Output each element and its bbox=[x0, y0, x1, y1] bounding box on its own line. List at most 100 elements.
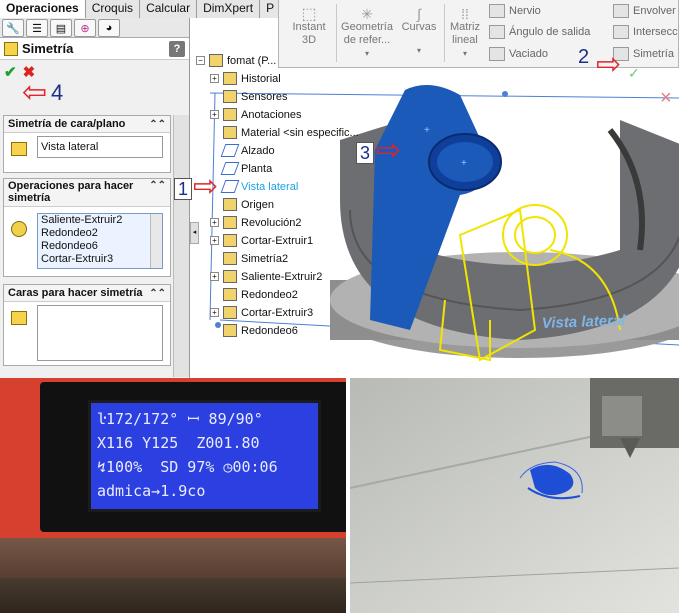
intersect-icon bbox=[613, 25, 629, 39]
features-to-mirror-header[interactable]: Operaciones para hacer simetría ⌃⌃ bbox=[4, 179, 170, 207]
draft-button[interactable]: Ángulo de salida bbox=[489, 25, 590, 39]
list-item[interactable]: Cortar-Extruir3 bbox=[38, 253, 162, 266]
tree-item-label: Origen bbox=[241, 198, 275, 211]
fillet-icon bbox=[223, 324, 237, 337]
faces-icon bbox=[11, 311, 27, 325]
plane-face-icon bbox=[11, 142, 27, 156]
shell-button[interactable]: Vaciado bbox=[489, 47, 548, 61]
linear-pattern-icon: ⁞⁞ bbox=[461, 6, 469, 22]
list-item[interactable]: Redondeo6 bbox=[38, 240, 162, 253]
tree-item[interactable]: Material <sin especific... bbox=[210, 124, 359, 141]
display-manager-icon[interactable]: ◕ bbox=[98, 19, 120, 37]
tree-item[interactable]: + Anotaciones bbox=[210, 106, 302, 123]
rib-button[interactable]: Nervio bbox=[489, 4, 541, 18]
linear-pattern-button[interactable]: ⁞⁞ Matriz lineal ▾ bbox=[447, 6, 483, 60]
reference-geometry-label: Geometría de refer... bbox=[341, 21, 393, 46]
faces-list[interactable] bbox=[37, 305, 163, 361]
tree-item-label: Historial bbox=[241, 72, 281, 85]
mirror-plane-value: Vista lateral bbox=[41, 141, 99, 150]
mirror-label: Simetría bbox=[633, 48, 674, 60]
callout-1: 1 bbox=[174, 178, 193, 200]
tree-item[interactable]: Planta bbox=[210, 160, 272, 177]
chevron-down-icon: ▾ bbox=[462, 49, 467, 58]
dimxpert-manager-icon[interactable]: ⊕ bbox=[74, 19, 96, 37]
tree-item-label: Anotaciones bbox=[241, 108, 302, 121]
tree-item-label: Saliente-Extruir2 bbox=[241, 270, 323, 283]
collapse-icon: ⌃⌃ bbox=[149, 180, 166, 191]
curves-button[interactable]: ∫ Curvas ▾ bbox=[399, 6, 439, 57]
expand-toggle[interactable]: + bbox=[210, 110, 219, 119]
tab-dimxpert[interactable]: DimXpert bbox=[197, 0, 261, 18]
linear-pattern-label: Matriz lineal bbox=[450, 21, 480, 46]
list-item[interactable]: Saliente-Extruir2 bbox=[38, 214, 162, 227]
wrap-button[interactable]: Envolver bbox=[613, 4, 676, 18]
curves-label: Curvas bbox=[401, 21, 437, 33]
rib-label: Nervio bbox=[509, 5, 541, 17]
tree-item[interactable]: Vista lateral bbox=[210, 178, 298, 195]
tree-item[interactable]: + Cortar-Extruir3 bbox=[210, 304, 313, 321]
wrap-icon bbox=[613, 4, 629, 18]
tree-item[interactable]: + Revolución2 bbox=[210, 214, 302, 231]
expand-toggle[interactable]: + bbox=[210, 272, 219, 281]
tree-item-label: Redondeo2 bbox=[241, 288, 298, 301]
list-scrollbar[interactable] bbox=[150, 214, 162, 268]
reference-geometry-button[interactable]: ✳ Geometría de refer... ▾ bbox=[337, 7, 397, 60]
callout-4: 4 bbox=[51, 80, 64, 105]
red-arrow-icon: ⇨ bbox=[376, 134, 402, 167]
tab-operaciones[interactable]: Operaciones bbox=[0, 0, 86, 18]
tab-calcular[interactable]: Calcular bbox=[140, 0, 198, 18]
tree-item[interactable]: Simetría2 bbox=[210, 250, 288, 267]
plane-label: Vista lateral bbox=[542, 312, 627, 332]
mirror-plane-group-header[interactable]: Simetría de cara/plano ⌃⌃ bbox=[4, 116, 170, 133]
collapse-toggle[interactable]: − bbox=[196, 56, 205, 65]
feature-header: Simetría ? bbox=[0, 38, 189, 60]
mirror-button[interactable]: Simetría bbox=[613, 47, 674, 61]
expand-toggle[interactable]: + bbox=[210, 218, 219, 227]
features-list[interactable]: Saliente-Extruir2 Redondeo2 Redondeo6 Co… bbox=[37, 213, 163, 269]
tree-item[interactable]: Alzado bbox=[210, 142, 275, 159]
expand-toggle[interactable]: + bbox=[210, 236, 219, 245]
feature-manager-icon[interactable]: 🔧 bbox=[2, 19, 24, 37]
svg-text:+: + bbox=[424, 125, 430, 136]
tree-item[interactable]: + Cortar-Extruir1 bbox=[210, 232, 313, 249]
red-arrow-icon: ⇨ bbox=[193, 170, 219, 203]
panel-collapse-handle[interactable]: ◂ bbox=[190, 222, 199, 244]
callout-3: 3 bbox=[356, 142, 375, 164]
features-to-mirror-title: Operaciones para hacer simetría bbox=[8, 180, 134, 204]
tree-item[interactable]: Origen bbox=[210, 196, 274, 213]
cut-extrude-icon bbox=[223, 306, 237, 319]
expand-toggle[interactable]: + bbox=[210, 308, 219, 317]
draft-label: Ángulo de salida bbox=[509, 26, 591, 38]
tree-item-label: Material <sin especific... bbox=[241, 126, 359, 139]
mirror-plane-group-title: Simetría de cara/plano bbox=[8, 118, 126, 130]
feature-title: Simetría bbox=[22, 41, 74, 56]
lcd-line: ↯100% SD 97% ◷00:06 bbox=[97, 458, 278, 476]
tree-item[interactable]: Sensores bbox=[210, 88, 287, 105]
list-item[interactable]: Redondeo2 bbox=[38, 227, 162, 240]
property-manager-scrollbar[interactable] bbox=[173, 115, 189, 377]
faces-to-mirror-header[interactable]: Caras para hacer simetría ⌃⌃ bbox=[4, 285, 170, 302]
command-manager-tabs: Operaciones Croquis Calcular DimXpert P bbox=[0, 0, 300, 18]
red-arrow-icon: ⇨ bbox=[596, 48, 622, 81]
curves-icon: ∫ bbox=[417, 6, 421, 22]
instant3d-button[interactable]: ⬚ Instant 3D bbox=[285, 7, 333, 47]
instant3d-label: Instant 3D bbox=[292, 21, 326, 46]
tree-root[interactable]: − fomat (P... bbox=[196, 52, 276, 69]
intersect-button[interactable]: Intersecc bbox=[613, 25, 678, 39]
tree-item-label: Vista lateral bbox=[241, 180, 299, 193]
draft-icon bbox=[489, 25, 505, 39]
help-button[interactable]: ? bbox=[169, 40, 185, 57]
tree-item[interactable]: + Saliente-Extruir2 bbox=[210, 268, 322, 285]
ok-button[interactable]: ✔ bbox=[4, 63, 17, 81]
tree-item[interactable]: Redondeo2 bbox=[210, 286, 298, 303]
mirror-plane-field[interactable]: Vista lateral bbox=[37, 136, 163, 158]
expand-toggle[interactable]: + bbox=[210, 74, 219, 83]
configuration-manager-icon[interactable]: ▤ bbox=[50, 19, 72, 37]
tree-item-label: Redondeo6 bbox=[241, 324, 298, 337]
tree-item[interactable]: + Historial bbox=[210, 70, 281, 87]
property-manager-icon[interactable]: ☰ bbox=[26, 19, 48, 37]
features-list-icon bbox=[11, 221, 27, 237]
tree-item[interactable]: Redondeo6 bbox=[210, 322, 298, 339]
tab-croquis[interactable]: Croquis bbox=[85, 0, 141, 18]
tree-root-label: fomat (P... bbox=[227, 54, 277, 67]
